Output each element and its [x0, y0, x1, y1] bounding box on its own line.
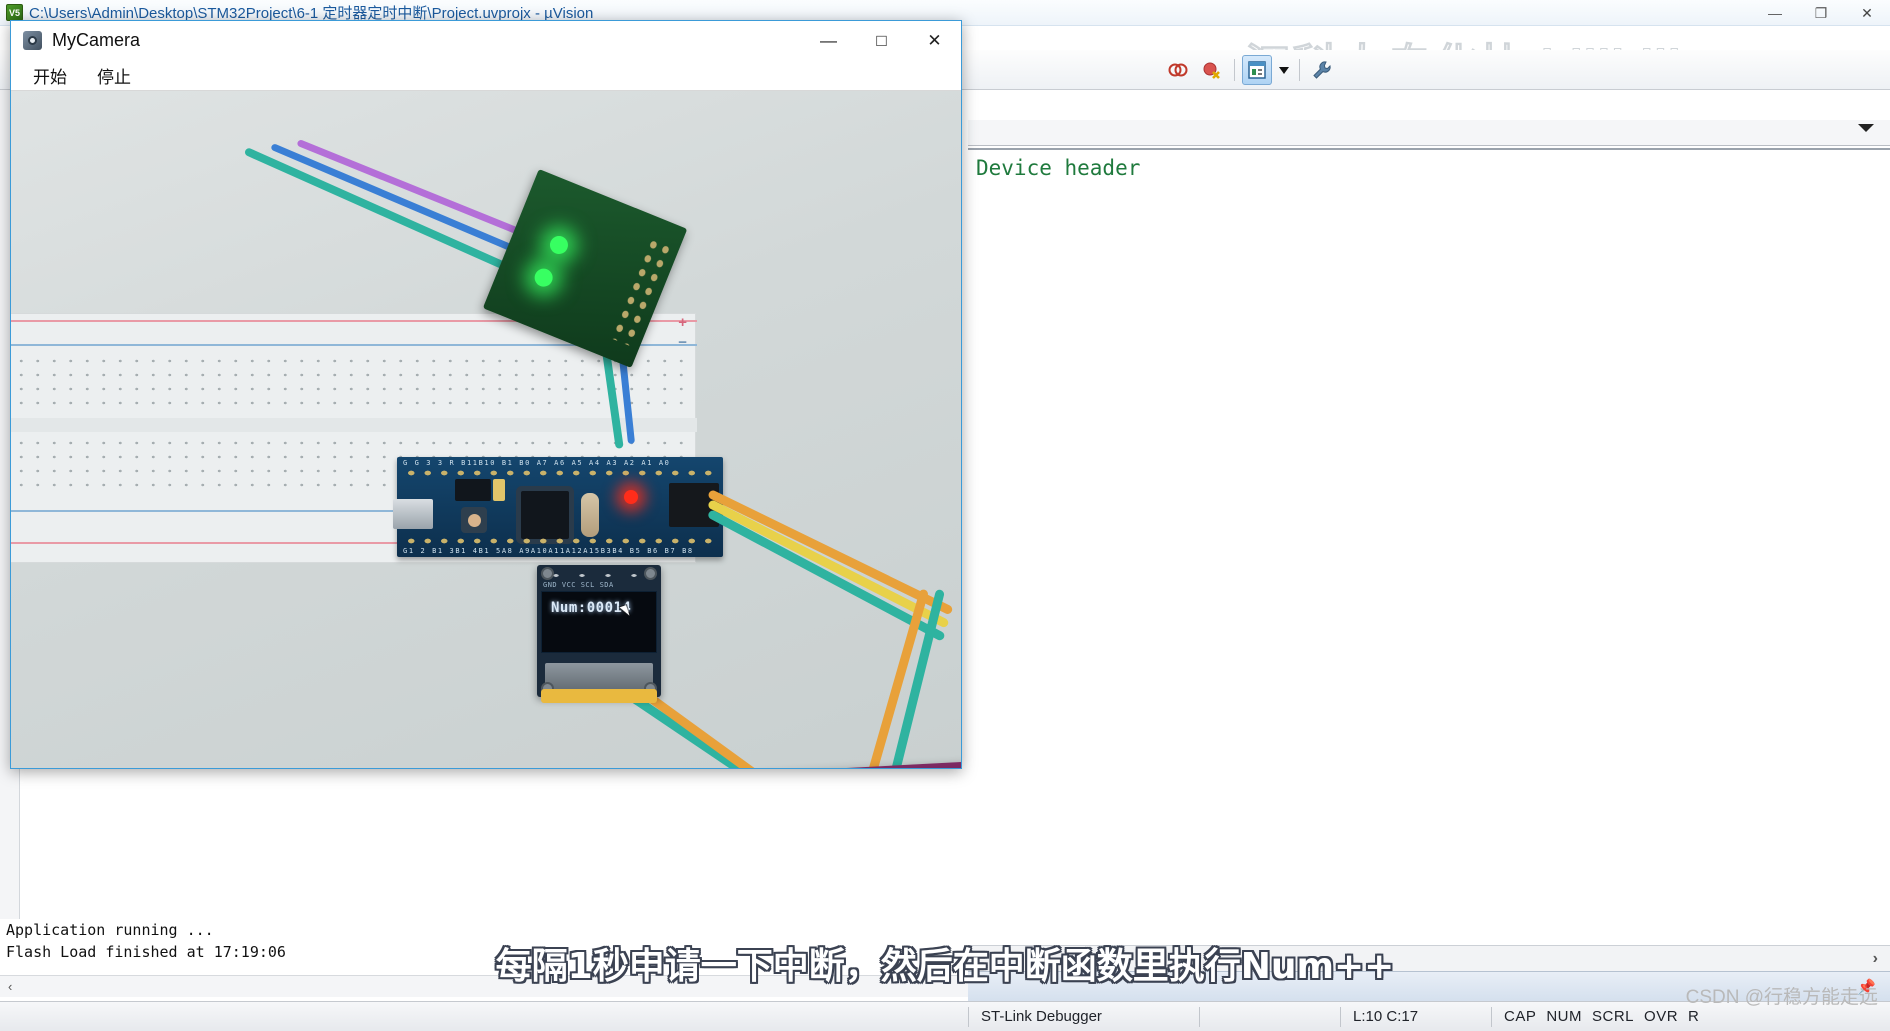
- mycamera-close-button[interactable]: ✕: [908, 21, 961, 60]
- mycamera-menubar: 开始 停止: [11, 60, 961, 91]
- breakpoints-glyph: [1168, 63, 1188, 77]
- status-flag-cap: CAP: [1504, 1008, 1537, 1025]
- output-horizontal-scrollbar[interactable]: ‹: [0, 975, 968, 997]
- stm32-led-red: [624, 490, 638, 504]
- mycamera-maximize-button[interactable]: □: [855, 21, 908, 60]
- status-flag-scrl: SCRL: [1592, 1008, 1635, 1025]
- status-blank-mid: [1200, 1002, 1340, 1031]
- stm32-pin-header-bottom: [403, 535, 719, 547]
- oled-silkscreen: GND VCC SCL SDA: [543, 581, 614, 589]
- status-debugger: ST-Link Debugger: [981, 1008, 1102, 1025]
- uvision-maximize-button[interactable]: ❐: [1798, 0, 1844, 26]
- start-button[interactable]: 开始: [33, 63, 67, 88]
- stm32-bluepill-board: G G 3 3 R B11B10 B1 B0 A7 A6 A5 A4 A3 A2…: [393, 457, 723, 557]
- wrench-glyph: [1313, 61, 1331, 79]
- oled-screw-top-right: [644, 567, 657, 580]
- stop-button[interactable]: 停止: [97, 63, 131, 88]
- editor-pin-bar: 📌: [968, 971, 1890, 1001]
- uvision-code-editor[interactable]: Device header: [968, 148, 1890, 945]
- stm32-pin-header-top: [403, 467, 719, 479]
- stm32-mcu-chip: [521, 491, 569, 539]
- breadboard-minus-marker: −: [678, 334, 687, 351]
- kill-all-breakpoints-icon[interactable]: [1197, 55, 1227, 85]
- mycamera-titlebar: MyCamera — □ ✕: [11, 21, 961, 60]
- build-output-console[interactable]: Application running ... Flash Load finis…: [0, 919, 968, 975]
- editor-horizontal-scrollbar[interactable]: ›: [968, 945, 1890, 971]
- uvision-close-button[interactable]: ✕: [1844, 0, 1890, 26]
- screen-root: V5 C:\Users\Admin\Desktop\STM32Project\6…: [0, 0, 1890, 1031]
- stm32-crystal: [581, 493, 599, 537]
- camera-icon: [23, 31, 42, 50]
- camera-video-view[interactable]: + − + − G G 3 3 R B11B10 B1 B0 A7 A6 A5 …: [11, 91, 961, 768]
- breadboard-center-gap: [11, 418, 697, 432]
- breadboard-holes-upper: [13, 354, 689, 412]
- output-line: Application running ...: [6, 921, 214, 939]
- stm32-usb-connector: [393, 499, 433, 529]
- oled-yellow-clip: [541, 689, 657, 703]
- code-line-device-header: Device header: [976, 156, 1141, 180]
- oled-screen: Num:00014: [541, 591, 657, 653]
- oled-screw-top-left: [541, 567, 554, 580]
- uvision-window-controls: — ❐ ✕: [1752, 0, 1890, 26]
- configuration-wrench-icon[interactable]: [1307, 55, 1337, 85]
- mycamera-window-controls: — □ ✕: [802, 21, 961, 60]
- status-flag-ovr: OVR: [1644, 1008, 1679, 1025]
- stm32-regulator: [455, 479, 491, 501]
- stm32-reset-button[interactable]: [461, 507, 487, 533]
- output-line: Flash Load finished at 17:19:06: [6, 943, 286, 961]
- memory-window-dropdown-icon[interactable]: [1276, 55, 1292, 85]
- scroll-left-icon[interactable]: ‹: [8, 979, 12, 994]
- mycamera-minimize-button[interactable]: —: [802, 21, 855, 60]
- breadboard-plus-marker: +: [678, 314, 687, 331]
- status-flag-r: R: [1688, 1008, 1700, 1025]
- kill-breakpoints-glyph: [1203, 62, 1220, 79]
- pin-icon[interactable]: 📌: [1857, 978, 1876, 996]
- oled-display-module: GND VCC SCL SDA Num:00014: [537, 565, 661, 703]
- ttl-led-green-2: [531, 265, 556, 290]
- uvision-editor-tabstrip[interactable]: [968, 120, 1890, 146]
- status-flag-num: NUM: [1546, 1008, 1583, 1025]
- mycamera-window: MyCamera — □ ✕ 开始 停止 + − G G 3 3 R B11B1…: [10, 20, 962, 769]
- dropdown-caret-glyph: [1279, 67, 1289, 74]
- status-blank-left: [0, 1002, 968, 1031]
- chevron-down-icon[interactable]: [1858, 124, 1874, 132]
- toolbar-separator-1: [1234, 59, 1235, 81]
- stm32-capacitor: [493, 479, 505, 501]
- uvision-status-bar: ST-Link Debugger L:10 C:17 CAP NUM SCRL …: [0, 1001, 1890, 1031]
- breakpoints-icon[interactable]: [1163, 55, 1193, 85]
- uvision-minimize-button[interactable]: —: [1752, 0, 1798, 26]
- status-cursor-position: L:10 C:17: [1353, 1008, 1419, 1025]
- mycamera-title-text: MyCamera: [52, 30, 141, 50]
- scroll-right-icon[interactable]: ›: [1873, 950, 1878, 968]
- uvision-app-icon: V5: [6, 4, 23, 21]
- status-keyboard-flags: CAP NUM SCRL OVR R: [1492, 1002, 1711, 1031]
- toolbar-separator-2: [1299, 59, 1300, 81]
- ttl-led-green-1: [547, 233, 571, 257]
- uvision-debug-toolbar-group: [1160, 54, 1340, 86]
- memory-window-icon[interactable]: [1242, 55, 1272, 85]
- stm32-silkscreen-bottom: G1 2 B1 3B1 4B1 5A8 A9A10A11A12A15B3B4 B…: [403, 547, 694, 555]
- memory-window-glyph: [1248, 61, 1266, 79]
